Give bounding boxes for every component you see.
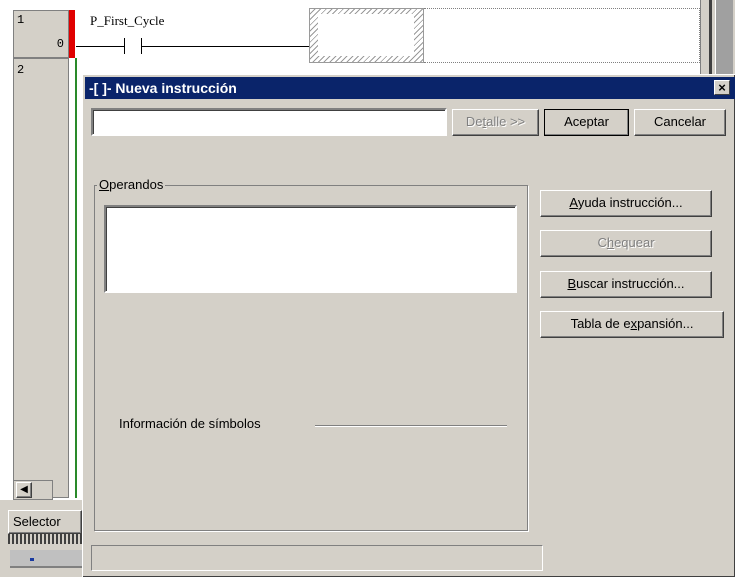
rung-2-number: 2 <box>17 63 25 77</box>
symbols-info-divider <box>315 425 507 427</box>
new-instruction-dialog: -[ ]- Nueva instrucción × Detalle >> Ace… <box>82 74 735 577</box>
dialog-titlebar[interactable]: -[ ]- Nueva instrucción × <box>85 77 735 99</box>
rung-1-wire-left <box>76 46 124 47</box>
close-button[interactable]: × <box>714 80 730 95</box>
dialog-title: -[ ]- Nueva instrucción <box>89 80 237 96</box>
editor-right-frame <box>700 0 735 74</box>
symbols-info-label: Información de símbolos <box>119 416 261 431</box>
check-button[interactable]: Chequear <box>540 230 712 257</box>
detail-button[interactable]: Detalle >> <box>452 109 539 136</box>
rung-1-wire-right <box>141 46 309 47</box>
rung-2-number-cell[interactable]: 2 <box>13 58 69 498</box>
check-label-pre: C <box>597 235 607 250</box>
dialog-status-bar <box>91 545 543 571</box>
expansion-label-post: pansión... <box>637 316 694 331</box>
cancel-button[interactable]: Cancelar <box>634 109 726 136</box>
detail-button-label-post: alle >> <box>486 114 526 129</box>
search-accel: B <box>567 276 577 291</box>
list-marker-icon <box>30 558 34 561</box>
search-instruction-button[interactable]: Buscar instrucción... <box>540 271 712 298</box>
contact-label: P_First_Cycle <box>90 13 165 28</box>
rung-1-number: 1 <box>17 13 25 27</box>
operands-accel: O <box>99 177 110 192</box>
detail-button-label-pre: De <box>465 114 483 129</box>
instruction-input[interactable] <box>91 108 447 136</box>
operands-group-label: Operandos <box>97 177 166 192</box>
rung-1-empty-area <box>424 8 700 63</box>
help-accel: A <box>569 195 578 210</box>
expansion-label-pre: Tabla de e <box>570 316 631 331</box>
arrow-left-icon: ◀ <box>20 484 28 495</box>
rung-1-number-cell[interactable]: 1 0 <box>13 10 69 58</box>
horizontal-scrollbar[interactable]: ◀ <box>13 480 53 500</box>
operands-field[interactable] <box>104 205 517 293</box>
instruction-help-button[interactable]: Ayuda instrucción... <box>540 190 712 217</box>
accept-button[interactable]: Aceptar <box>544 109 629 136</box>
help-label-rest: yuda instrucción... <box>577 195 683 210</box>
bottom-list <box>10 550 82 568</box>
rung-1-marker <box>69 10 75 58</box>
scroll-left-button[interactable]: ◀ <box>16 482 32 498</box>
check-label-post: equear <box>614 235 655 250</box>
power-rail <box>75 58 77 498</box>
contact-left-bar <box>124 38 125 54</box>
cut-off-text <box>8 534 82 544</box>
close-icon: × <box>718 80 726 95</box>
selector-tab[interactable]: Selector <box>8 510 82 534</box>
expansion-table-button[interactable]: Tabla de expansión... <box>540 311 724 338</box>
operands-label-rest: perandos <box>109 177 164 192</box>
search-label-rest: uscar instrucción... <box>576 276 685 291</box>
rung-1-step: 0 <box>56 37 64 51</box>
check-accel: h <box>606 235 615 250</box>
